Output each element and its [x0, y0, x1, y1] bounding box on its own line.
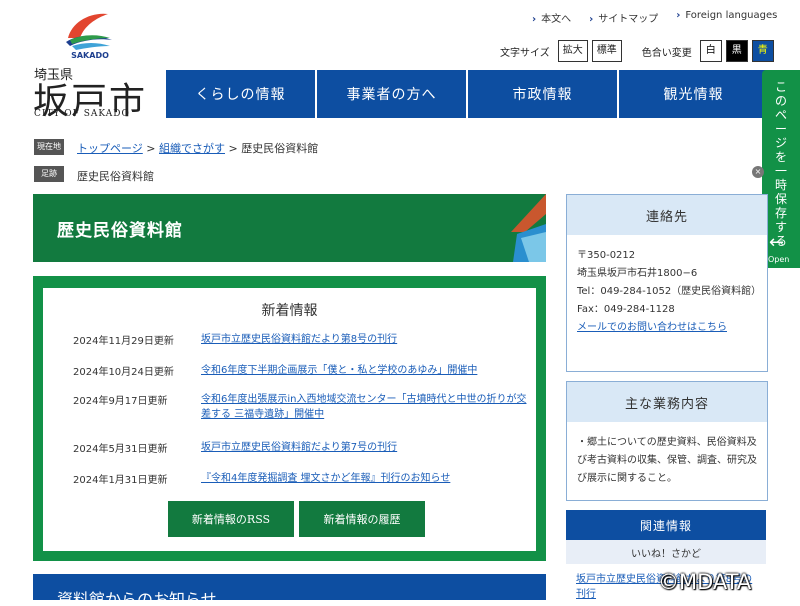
breadcrumb-current: 歴史民俗資料館	[241, 142, 319, 155]
breadcrumb-top[interactable]: トップページ	[77, 142, 143, 155]
color-black-button[interactable]: 黒	[725, 40, 748, 62]
text-size-label: 文字サイズ	[500, 47, 550, 59]
accessibility-tools: 文字サイズ 拡大 標準 色合い変更 白 黒 青	[500, 40, 774, 62]
page-title: 歴史民俗資料館	[57, 221, 183, 241]
news-link[interactable]: 令和6年度下半期企画展示「僕と・私と学校のあゆみ」開催中	[201, 363, 531, 378]
nav-living-info[interactable]: くらしの情報	[166, 70, 317, 118]
breadcrumb: トップページ > 組織でさがす > 歴史民俗資料館	[77, 142, 319, 155]
banner-decoration-icon	[511, 194, 546, 262]
contact-box: 連絡先 〒350-0212 埼玉県坂戸市石井1800−6 Tel：049-284…	[566, 194, 768, 372]
page-title-banner: 歴史民俗資料館	[33, 194, 546, 262]
news-link[interactable]: 坂戸市立歴史民俗資料館だより第7号の刊行	[201, 440, 531, 455]
footprint-item[interactable]: 歴史民俗資料館	[77, 168, 154, 184]
notice-title: 資料館からのお知らせ	[57, 590, 217, 600]
related-title: 関連情報	[566, 510, 766, 540]
watermark: ©MDATA	[658, 570, 752, 594]
news-date: 2024年5月31日更新	[73, 444, 168, 455]
close-icon[interactable]: ×	[752, 166, 764, 178]
news-date: 2024年11月29日更新	[73, 336, 174, 347]
logo-sub: SAKADO	[71, 51, 109, 60]
news-link[interactable]: 坂戸市立歴史民俗資料館だより第8号の刊行	[201, 332, 531, 347]
news-history-button[interactable]: 新着情報の履歴	[299, 501, 425, 537]
save-page-label: このページを一時保存する	[774, 80, 787, 248]
duties-text: ・郷土についての歴史資料、民俗資料及び考古資料の収集、保管、調査、研究及び展示に…	[577, 437, 757, 484]
contact-tel: Tel：049-284-1052（歴史民俗資料館）	[577, 286, 762, 297]
color-white-button[interactable]: 白	[699, 40, 722, 62]
text-size-enlarge-button[interactable]: 拡大	[557, 40, 588, 62]
news-link[interactable]: 『令和4年度発掘調査 埋文さかど年報』刊行のお知らせ	[201, 471, 531, 486]
city-logo-icon[interactable]	[62, 8, 114, 54]
contact-postal: 〒350-0212	[577, 250, 636, 261]
link-sitemap[interactable]: サイトマップ	[589, 10, 658, 25]
save-open-label: Open	[768, 255, 790, 264]
footprint-tag: 足跡	[34, 166, 64, 182]
nav-city-admin[interactable]: 市政情報	[468, 70, 619, 118]
link-main-content[interactable]: 本文へ	[532, 10, 571, 25]
text-size-standard-button[interactable]: 標準	[591, 40, 622, 62]
news-heading: 新着情報	[261, 303, 318, 319]
global-nav: くらしの情報 事業者の方へ 市政情報 観光情報	[166, 70, 770, 118]
breadcrumb-org[interactable]: 組織でさがす	[159, 142, 225, 155]
link-foreign-languages[interactable]: Foreign languages	[676, 10, 777, 25]
logo-city-english: CITY OF SAKADO	[34, 109, 130, 119]
news-date: 2024年10月24日更新	[73, 367, 174, 378]
notice-banner: 資料館からのお知らせ	[33, 574, 546, 600]
news-link[interactable]: 令和6年度出張展示in入西地域交流センター「古墳時代と中世の折りが交差する 三福…	[201, 392, 531, 422]
nav-business[interactable]: 事業者の方へ	[317, 70, 468, 118]
contact-address: 埼玉県坂戸市石井1800−6	[577, 268, 698, 279]
contact-title: 連絡先	[567, 195, 767, 235]
arrow-left-icon: ←	[769, 232, 785, 253]
contact-body: 〒350-0212 埼玉県坂戸市石井1800−6 Tel：049-284-105…	[567, 235, 767, 349]
utility-links: 本文へ サイトマップ Foreign languages	[532, 10, 777, 25]
color-change-label: 色合い変更	[641, 47, 692, 59]
color-blue-button[interactable]: 青	[751, 40, 774, 62]
nav-tourism[interactable]: 観光情報	[619, 70, 770, 118]
contact-fax: Fax：049-284-1128	[577, 304, 675, 315]
related-sub: いいね！さかど	[566, 540, 766, 564]
news-panel: 新着情報 2024年11月29日更新 坂戸市立歴史民俗資料館だより第8号の刊行 …	[33, 276, 546, 561]
breadcrumb-tag: 現在地	[34, 139, 64, 155]
news-date: 2024年9月17日更新	[73, 396, 168, 407]
duties-box: 主な業務内容 ・郷土についての歴史資料、民俗資料及び考古資料の収集、保管、調査、…	[566, 381, 768, 501]
news-inner: 新着情報 2024年11月29日更新 坂戸市立歴史民俗資料館だより第8号の刊行 …	[43, 288, 536, 551]
contact-mail-link[interactable]: メールでのお問い合わせはこちら	[577, 322, 727, 333]
news-date: 2024年1月31日更新	[73, 475, 168, 486]
duties-title: 主な業務内容	[567, 382, 767, 422]
news-rss-button[interactable]: 新着情報のRSS	[168, 501, 294, 537]
